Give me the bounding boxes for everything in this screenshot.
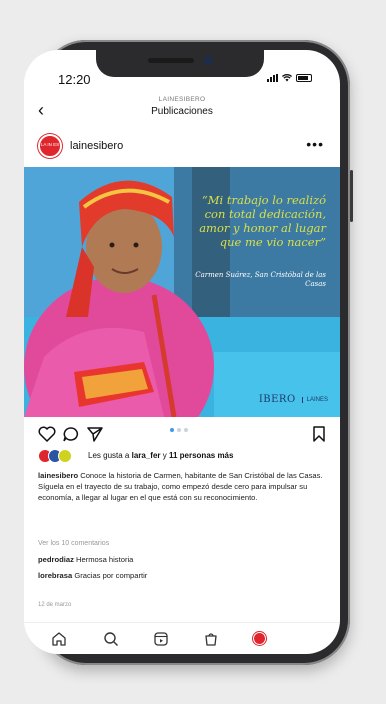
nav-title: Publicaciones <box>151 106 213 117</box>
nav-subtitle: LAINESIBERO <box>158 96 206 103</box>
post-date: 12 de marzo <box>38 602 72 608</box>
carousel-dot <box>177 428 181 432</box>
profile-icon[interactable] <box>253 632 266 645</box>
post-username[interactable]: lainesibero <box>70 140 123 152</box>
carousel-dot <box>184 428 188 432</box>
avatar[interactable]: LA IN ES <box>38 134 62 158</box>
status-icons <box>267 74 312 82</box>
post-actions <box>24 420 340 450</box>
caption-text: Conoce la historia de Carmen, habitante … <box>38 471 323 502</box>
likes-row: Les gusta a lara_fer y 11 personas más <box>38 448 326 466</box>
comment-icon[interactable] <box>62 426 80 442</box>
comment-username[interactable]: pedrodiaz <box>38 555 74 564</box>
heart-icon[interactable] <box>38 426 56 442</box>
status-time: 12:20 <box>58 72 91 87</box>
battery-icon <box>296 74 312 82</box>
comment: pedrodiaz Hermosa historia <box>38 555 133 564</box>
shop-icon[interactable] <box>202 631 220 647</box>
post-quote: “Mi trabajo lo realizó con total dedicac… <box>199 193 326 249</box>
comment-text: Gracias por compartir <box>72 571 148 580</box>
search-icon[interactable] <box>102 631 120 647</box>
phone-screen: 12:20 ‹ LAINESIBERO Publicaciones LA IN … <box>24 50 340 654</box>
avatar <box>58 449 72 463</box>
bottom-tab-bar <box>24 622 340 654</box>
likes-first-user[interactable]: lara_fer <box>132 451 161 460</box>
carousel-indicator <box>170 428 188 432</box>
likes-others[interactable]: 11 personas más <box>169 451 233 460</box>
comment-text: Hermosa historia <box>73 555 134 564</box>
post-caption: lainesibero Conoce la historia de Carmen… <box>38 470 326 503</box>
wifi-icon <box>282 74 292 82</box>
share-icon[interactable] <box>86 426 104 442</box>
notch <box>96 50 264 77</box>
carousel-dot <box>170 428 174 432</box>
post-header: LA IN ES lainesibero ••• <box>24 130 340 166</box>
post-author: Carmen Suárez, San Cristóbal de las Casa… <box>195 271 326 288</box>
comment-username[interactable]: lorebrasa <box>38 571 72 580</box>
logo-ibero: IBERO <box>258 394 296 405</box>
view-comments-link[interactable]: Ver los 10 comentarios <box>38 540 109 547</box>
top-nav: ‹ LAINESIBERO Publicaciones <box>24 94 340 128</box>
likes-text[interactable]: Les gusta a lara_fer y 11 personas más <box>88 451 233 460</box>
signal-icon <box>267 74 278 82</box>
caption-username[interactable]: lainesibero <box>38 471 78 480</box>
more-icon[interactable]: ••• <box>306 136 324 152</box>
power-button <box>350 170 353 222</box>
bookmark-icon[interactable] <box>312 426 326 442</box>
comment: lorebrasa Gracias por compartir <box>38 571 147 580</box>
post-image[interactable]: “Mi trabajo lo realizó con total dedicac… <box>24 167 340 417</box>
post-logos: IBERO LAINES <box>259 394 328 405</box>
speaker <box>148 58 194 63</box>
reels-icon[interactable] <box>152 631 170 647</box>
likes-connector: y <box>160 451 169 460</box>
logo-laines: LAINES <box>301 396 328 403</box>
front-camera <box>204 56 213 65</box>
likes-prefix: Les gusta a <box>88 451 132 460</box>
home-icon[interactable] <box>50 631 68 647</box>
like-avatars[interactable] <box>38 449 82 463</box>
